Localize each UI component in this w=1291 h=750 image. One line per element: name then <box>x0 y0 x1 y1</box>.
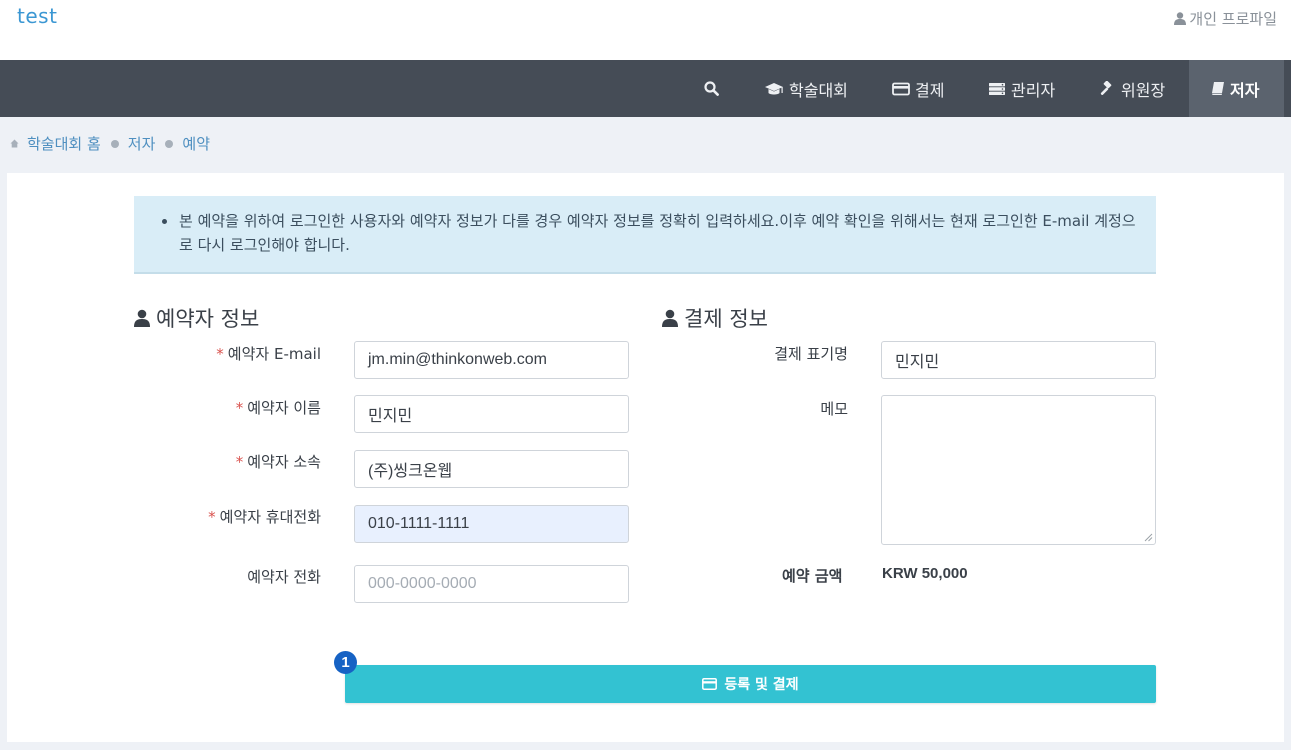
alert-message: 본 예약을 위하여 로그인한 사용자와 예약자 정보가 다를 경우 예약자 정보… <box>179 212 1136 254</box>
main-navbar: 학술대회 결제 관리자 위원장 저자 <box>0 60 1291 117</box>
booker-section-label: 예약자 정보 <box>156 307 260 331</box>
booker-phone-label: 예약자 전화 <box>247 568 321 586</box>
payment-display-name-label: 결제 표기명 <box>774 345 848 363</box>
nav-item-label: 관리자 <box>1011 80 1056 100</box>
booker-section-title: 예약자 정보 <box>134 303 259 333</box>
step-badge: 1 <box>334 651 357 674</box>
booker-phone-input[interactable]: 000-0000-0000 <box>354 565 629 603</box>
memo-textarea[interactable] <box>881 395 1156 545</box>
nav-item-chair[interactable]: 위원장 <box>1099 60 1165 117</box>
top-bar: test 개인 프로파일 <box>0 0 1291 60</box>
amount-value: KRW 50,000 <box>882 565 968 582</box>
resize-grip-icon[interactable] <box>1144 533 1153 542</box>
info-alert: 본 예약을 위하여 로그인한 사용자와 예약자 정보가 다를 경우 예약자 정보… <box>134 196 1156 274</box>
required-mark: * <box>235 399 244 417</box>
alert-bullet <box>162 219 167 224</box>
server-icon <box>989 82 1005 95</box>
breadcrumb-item-home[interactable]: 학술대회 홈 <box>27 133 101 154</box>
booker-affiliation-label: * 예약자 소속 <box>235 453 321 471</box>
search-icon <box>704 81 719 96</box>
payment-section-label: 결제 정보 <box>684 307 768 331</box>
nav-item-label: 결제 <box>915 80 945 100</box>
book-icon <box>1212 82 1224 95</box>
required-mark: * <box>216 345 224 363</box>
booker-email-label: * 예약자 E-mail <box>216 345 321 363</box>
nav-item-label: 위원장 <box>1121 80 1166 100</box>
amount-label: 예약 금액 <box>782 567 843 585</box>
user-icon <box>662 309 678 327</box>
booker-affiliation-input[interactable]: (주)씽크온웹 <box>354 450 629 488</box>
required-mark: * <box>208 508 216 526</box>
payment-display-name-input[interactable]: 민지민 <box>881 341 1156 379</box>
profile-link[interactable]: 개인 프로파일 <box>1174 8 1277 29</box>
nav-item-admin[interactable]: 관리자 <box>988 60 1055 117</box>
booker-email-input[interactable]: jm.min@thinkonweb.com <box>354 341 629 379</box>
user-icon <box>1174 12 1187 25</box>
register-and-pay-button[interactable]: 등록 및 결제 <box>345 665 1156 703</box>
nav-item-payment[interactable]: 결제 <box>892 60 944 117</box>
nav-item-label: 학술대회 <box>789 80 848 100</box>
booker-name-input[interactable]: 민지민 <box>354 395 629 433</box>
breadcrumb-item-reservation[interactable]: 예약 <box>182 133 210 154</box>
register-and-pay-label: 등록 및 결제 <box>724 677 799 693</box>
nav-item-conference[interactable]: 학술대회 <box>764 60 848 117</box>
home-icon <box>10 139 19 148</box>
nav-item-author[interactable]: 저자 <box>1189 60 1284 117</box>
booker-mobile-input[interactable]: 010-1111-1111 <box>354 505 629 543</box>
profile-label: 개인 프로파일 <box>1189 10 1277 28</box>
breadcrumb: 학술대회 홈 저자 예약 <box>10 133 210 154</box>
booker-mobile-label: * 예약자 휴대전화 <box>208 508 321 526</box>
breadcrumb-separator <box>110 139 119 148</box>
credit-card-icon <box>892 82 910 95</box>
gavel-icon <box>1100 80 1112 95</box>
memo-label: 메모 <box>820 400 848 418</box>
required-mark: * <box>235 453 244 471</box>
graduation-cap-icon <box>765 82 783 94</box>
credit-card-icon <box>702 678 718 690</box>
breadcrumb-separator <box>165 139 174 148</box>
nav-item-label: 저자 <box>1230 80 1260 100</box>
breadcrumb-item-author[interactable]: 저자 <box>128 133 156 154</box>
brand-link[interactable]: test <box>17 4 57 28</box>
nav-search[interactable] <box>704 60 726 117</box>
payment-section-title: 결제 정보 <box>662 303 768 333</box>
user-icon <box>134 309 150 327</box>
booker-name-label: * 예약자 이름 <box>235 399 321 417</box>
